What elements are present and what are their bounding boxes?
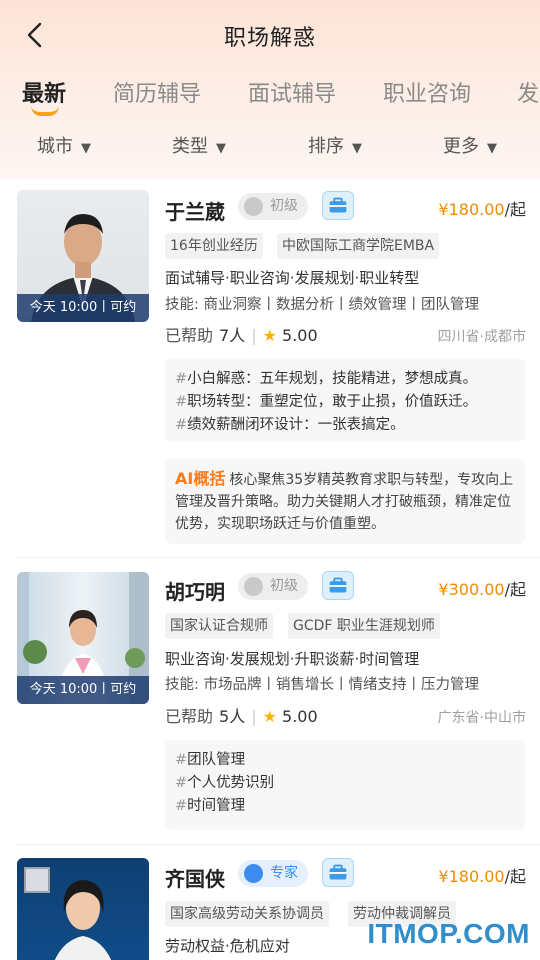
location: 四川省·成都市 xyxy=(437,329,526,345)
mentor-photo[interactable] xyxy=(17,858,149,960)
level-badge: 初级 xyxy=(238,573,308,600)
price: ¥180.00/起 xyxy=(438,196,526,220)
briefcase-icon xyxy=(322,858,354,887)
caret-down-icon: ▼ xyxy=(487,141,497,156)
helped-count: 5人 xyxy=(219,707,246,726)
filter-sort-label: 排序 xyxy=(308,136,344,157)
level-label: 初级 xyxy=(270,198,298,214)
mentor-name: 齐国侠 xyxy=(165,867,225,891)
rating-value: 5.00 xyxy=(282,707,318,726)
helped-label: 已帮助 xyxy=(165,326,214,345)
topic-item: #职场转型：重塑定位，敢于止损，价值跃迁。 xyxy=(175,394,478,410)
ai-summary-text: 核心聚焦35岁精英教育求职与转型，专攻向上管理及晋升策略。助力关键期人才打破瓶颈… xyxy=(175,472,514,532)
price: ¥180.00/起 xyxy=(438,863,526,887)
briefcase-icon xyxy=(322,571,354,600)
topic-item: #个人优势识别 xyxy=(175,775,275,791)
level-star-icon xyxy=(244,864,263,883)
service-list: 面试辅导·职业咨询·发展规划·职业转型 xyxy=(165,269,420,287)
tab-latest[interactable]: 最新 xyxy=(22,76,66,108)
price-value: ¥180.00 xyxy=(438,200,505,219)
topic-item: #绩效薪酬闭环设计：一张表搞定。 xyxy=(175,417,405,433)
credential-tag: 中欧国际工商学院EMBA xyxy=(277,233,440,259)
skill-list: 技能: 市场品牌丨销售增长丨情绪支持丨压力管理 xyxy=(165,677,479,693)
mentor-card[interactable]: 今天 10:00丨可约 于兰葳 初级 ¥180.00/起 16年创业经历 中欧国… xyxy=(0,178,540,558)
filter-type[interactable]: 类型 ▼ xyxy=(172,132,226,158)
caret-down-icon: ▼ xyxy=(352,141,362,156)
mentor-card[interactable]: 今天 10:00丨可约 胡巧明 初级 ¥300.00/起 国家认证合规师 GCD… xyxy=(0,558,540,844)
helped-label: 已帮助 xyxy=(165,707,214,726)
active-tab-indicator xyxy=(31,106,59,116)
credential-tag: 16年创业经历 xyxy=(165,233,263,259)
location: 广东省·中山市 xyxy=(437,710,526,726)
tab-development[interactable]: 发 xyxy=(517,76,539,108)
filter-sort[interactable]: 排序 ▼ xyxy=(308,132,362,158)
star-icon: ★ xyxy=(262,707,277,726)
filter-city-label: 城市 xyxy=(37,136,73,157)
help-stats: 已帮助 5人 | ★ 5.00 xyxy=(165,707,318,726)
topic-item: #时间管理 xyxy=(175,798,246,814)
topic-item: #小白解惑：五年规划，技能精进，梦想成真。 xyxy=(175,371,478,387)
price: ¥300.00/起 xyxy=(438,576,526,600)
price-unit: /起 xyxy=(504,867,526,886)
top-bar: 职场解惑 xyxy=(0,0,540,72)
availability-badge: 今天 10:00丨可约 xyxy=(17,294,149,322)
level-star-icon xyxy=(244,197,263,216)
help-stats: 已帮助 7人 | ★ 5.00 xyxy=(165,326,318,345)
tab-interview-coaching[interactable]: 面试辅导 xyxy=(248,76,336,108)
skill-list: 技能: 商业洞察丨数据分析丨绩效管理丨团队管理 xyxy=(165,297,479,313)
credential-tag: GCDF 职业生涯规划师 xyxy=(288,613,440,639)
availability-badge: 今天 10:00丨可约 xyxy=(17,676,149,704)
price-unit: /起 xyxy=(504,580,526,599)
rating-value: 5.00 xyxy=(282,326,318,345)
credential-tag: 国家认证合规师 xyxy=(165,613,273,639)
caret-down-icon: ▼ xyxy=(81,141,91,156)
mentor-photo[interactable]: 今天 10:00丨可约 xyxy=(17,572,149,704)
filter-type-label: 类型 xyxy=(172,136,208,157)
topic-item: #团队管理 xyxy=(175,752,246,768)
credential-tag: 国家高级劳动关系协调员 xyxy=(165,901,329,927)
caret-down-icon: ▼ xyxy=(216,141,226,156)
category-tabs: 最新 简历辅导 面试辅导 职业咨询 发 xyxy=(0,76,540,120)
star-icon: ★ xyxy=(262,326,277,345)
service-list: 劳动权益·危机应对 xyxy=(165,937,290,955)
helped-count: 7人 xyxy=(219,326,246,345)
briefcase-icon xyxy=(322,191,354,220)
price-value: ¥180.00 xyxy=(438,867,505,886)
level-label: 初级 xyxy=(270,578,298,594)
ai-summary-box: AI概括 核心聚焦35岁精英教育求职与转型，专攻向上管理及晋升策略。助力关键期人才… xyxy=(165,459,525,544)
level-badge: 初级 xyxy=(238,193,308,220)
topic-box: #小白解惑：五年规划，技能精进，梦想成真。 #职场转型：重塑定位，敢于止损，价值… xyxy=(165,359,525,441)
level-star-icon xyxy=(244,577,263,596)
tab-career-consulting[interactable]: 职业咨询 xyxy=(383,76,471,108)
ai-summary-label: AI概括 xyxy=(175,469,226,488)
page-title: 职场解惑 xyxy=(223,26,316,51)
tab-resume-coaching[interactable]: 简历辅导 xyxy=(113,76,201,108)
level-label: 专家 xyxy=(270,865,298,881)
filter-bar: 城市 ▼ 类型 ▼ 排序 ▼ 更多 ▼ xyxy=(0,130,540,162)
service-list: 职业咨询·发展规划·升职谈薪·时间管理 xyxy=(165,650,420,668)
mentor-portrait-icon xyxy=(24,867,112,960)
filter-more[interactable]: 更多 ▼ xyxy=(443,132,497,158)
mentor-name: 胡巧明 xyxy=(165,580,225,604)
price-unit: /起 xyxy=(504,200,526,219)
mentor-photo[interactable]: 今天 10:00丨可约 xyxy=(17,190,149,322)
price-value: ¥300.00 xyxy=(438,580,505,599)
filter-city[interactable]: 城市 ▼ xyxy=(37,132,91,158)
filter-more-label: 更多 xyxy=(443,136,479,157)
topic-box: #团队管理 #个人优势识别 #时间管理 xyxy=(165,740,525,830)
level-badge: 专家 xyxy=(238,860,308,887)
mentor-name: 于兰葳 xyxy=(165,200,225,224)
watermark: ITMOP.COM xyxy=(367,918,530,949)
